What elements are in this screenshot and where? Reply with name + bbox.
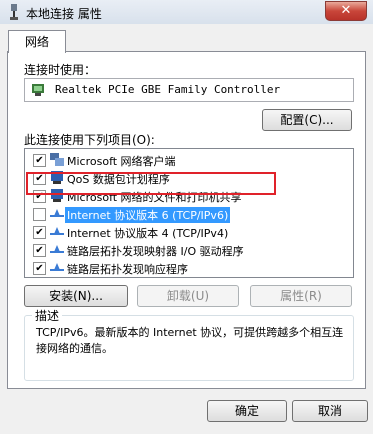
components-list[interactable]: ✔ Microsoft 网络客户端 ✔ QoS 数据包计划程序 ✔ Micros… [24,148,354,278]
checkbox[interactable] [33,208,46,221]
list-item[interactable]: Internet 协议版本 6 (TCP/IPv6) [25,205,351,223]
connect-using-label: 连接时使用： [24,63,97,77]
list-item[interactable]: ✔ Microsoft 网络的文件和打印机共享 [25,187,351,204]
title-bar: 本地连接 属性 ✕ [0,0,373,24]
adapter-field: Realtek PCIe GBE Family Controller [24,78,354,102]
description-text: TCP/IPv6。最新版本的 Internet 协议，可提供跨越多个相互连接网络… [36,326,344,355]
checkbox[interactable]: ✔ [33,190,46,203]
window-title: 本地连接 属性 [26,7,102,21]
list-item[interactable]: ✔ Microsoft 网络客户端 [25,151,351,168]
checkbox[interactable]: ✔ [33,172,46,185]
list-item[interactable]: ✔ 链路层拓扑发现响应程序 [25,259,351,276]
checkbox[interactable]: ✔ [33,154,46,167]
configure-button[interactable]: 配置(C)... [262,109,352,131]
checkbox[interactable]: ✔ [33,262,46,275]
protocol-icon [50,209,64,217]
network-adapter-icon [32,84,44,96]
tab-network-label: 网络 [24,35,49,49]
cancel-button[interactable]: 取消 [292,400,368,422]
qos-icon [51,171,63,184]
tab-network[interactable]: 网络 [8,30,66,53]
file-share-icon [51,189,63,202]
list-item[interactable]: ✔ QoS 数据包计划程序 [25,169,351,186]
network-connection-icon [10,4,18,20]
adapter-name: Realtek PCIe GBE Family Controller [55,83,281,96]
checkbox[interactable]: ✔ [33,244,46,257]
protocol-icon [50,245,64,253]
protocol-icon [50,227,64,235]
install-button[interactable]: 安装(N)... [24,285,128,307]
close-button[interactable]: ✕ [325,1,367,21]
items-label: 此连接使用下列项目(O): [24,133,155,147]
close-icon: ✕ [340,3,352,18]
description-label: 描述 [32,307,63,324]
list-item[interactable]: ✔ 链路层拓扑发现映射器 I/O 驱动程序 [25,241,351,258]
list-item[interactable]: ✔ Internet 协议版本 4 (TCP/IPv4) [25,223,351,240]
ok-button[interactable]: 确定 [207,400,287,422]
protocol-icon [50,263,64,271]
network-client-icon [50,153,64,166]
checkbox[interactable]: ✔ [33,226,46,239]
properties-button[interactable]: 属性(R) [250,285,352,307]
uninstall-button[interactable]: 卸载(U) [137,285,239,307]
